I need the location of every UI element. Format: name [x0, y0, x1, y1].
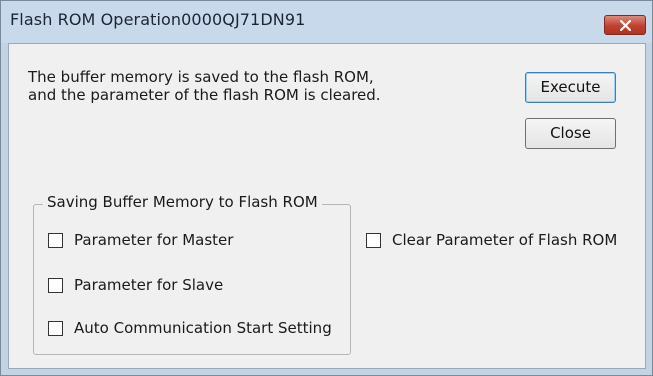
description-line-2: and the parameter of the flash ROM is cl… — [28, 86, 381, 104]
checkbox-label: Parameter for Master — [74, 231, 234, 249]
checkbox-box[interactable] — [366, 233, 381, 248]
group-title: Saving Buffer Memory to Flash ROM — [43, 193, 322, 211]
checkbox-box[interactable] — [48, 233, 63, 248]
parameter-for-slave-checkbox[interactable]: Parameter for Slave — [48, 276, 298, 297]
clear-parameter-of-flash-rom-checkbox[interactable]: Clear Parameter of Flash ROM — [366, 231, 636, 252]
checkbox-label: Parameter for Slave — [74, 276, 224, 294]
description-line-1: The buffer memory is saved to the flash … — [28, 68, 374, 86]
parameter-for-master-checkbox[interactable]: Parameter for Master — [48, 231, 298, 252]
title-bar[interactable]: Flash ROM Operation0000QJ71DN91 — [1, 1, 652, 43]
checkbox-box[interactable] — [48, 321, 63, 336]
dialog-window: Flash ROM Operation0000QJ71DN91 The buff… — [0, 0, 653, 376]
auto-communication-start-setting-checkbox[interactable]: Auto Communication Start Setting — [48, 319, 343, 340]
close-button[interactable]: Close — [525, 118, 616, 149]
window-title: Flash ROM Operation0000QJ71DN91 — [10, 10, 306, 29]
execute-button[interactable]: Execute — [525, 72, 616, 103]
checkbox-label: Clear Parameter of Flash ROM — [392, 231, 618, 249]
checkbox-label: Auto Communication Start Setting — [74, 319, 332, 337]
close-x-icon — [620, 20, 631, 31]
window-close-button[interactable] — [604, 15, 646, 35]
checkbox-box[interactable] — [48, 278, 63, 293]
dialog-body: The buffer memory is saved to the flash … — [8, 43, 646, 369]
description-text: The buffer memory is saved to the flash … — [28, 68, 381, 104]
